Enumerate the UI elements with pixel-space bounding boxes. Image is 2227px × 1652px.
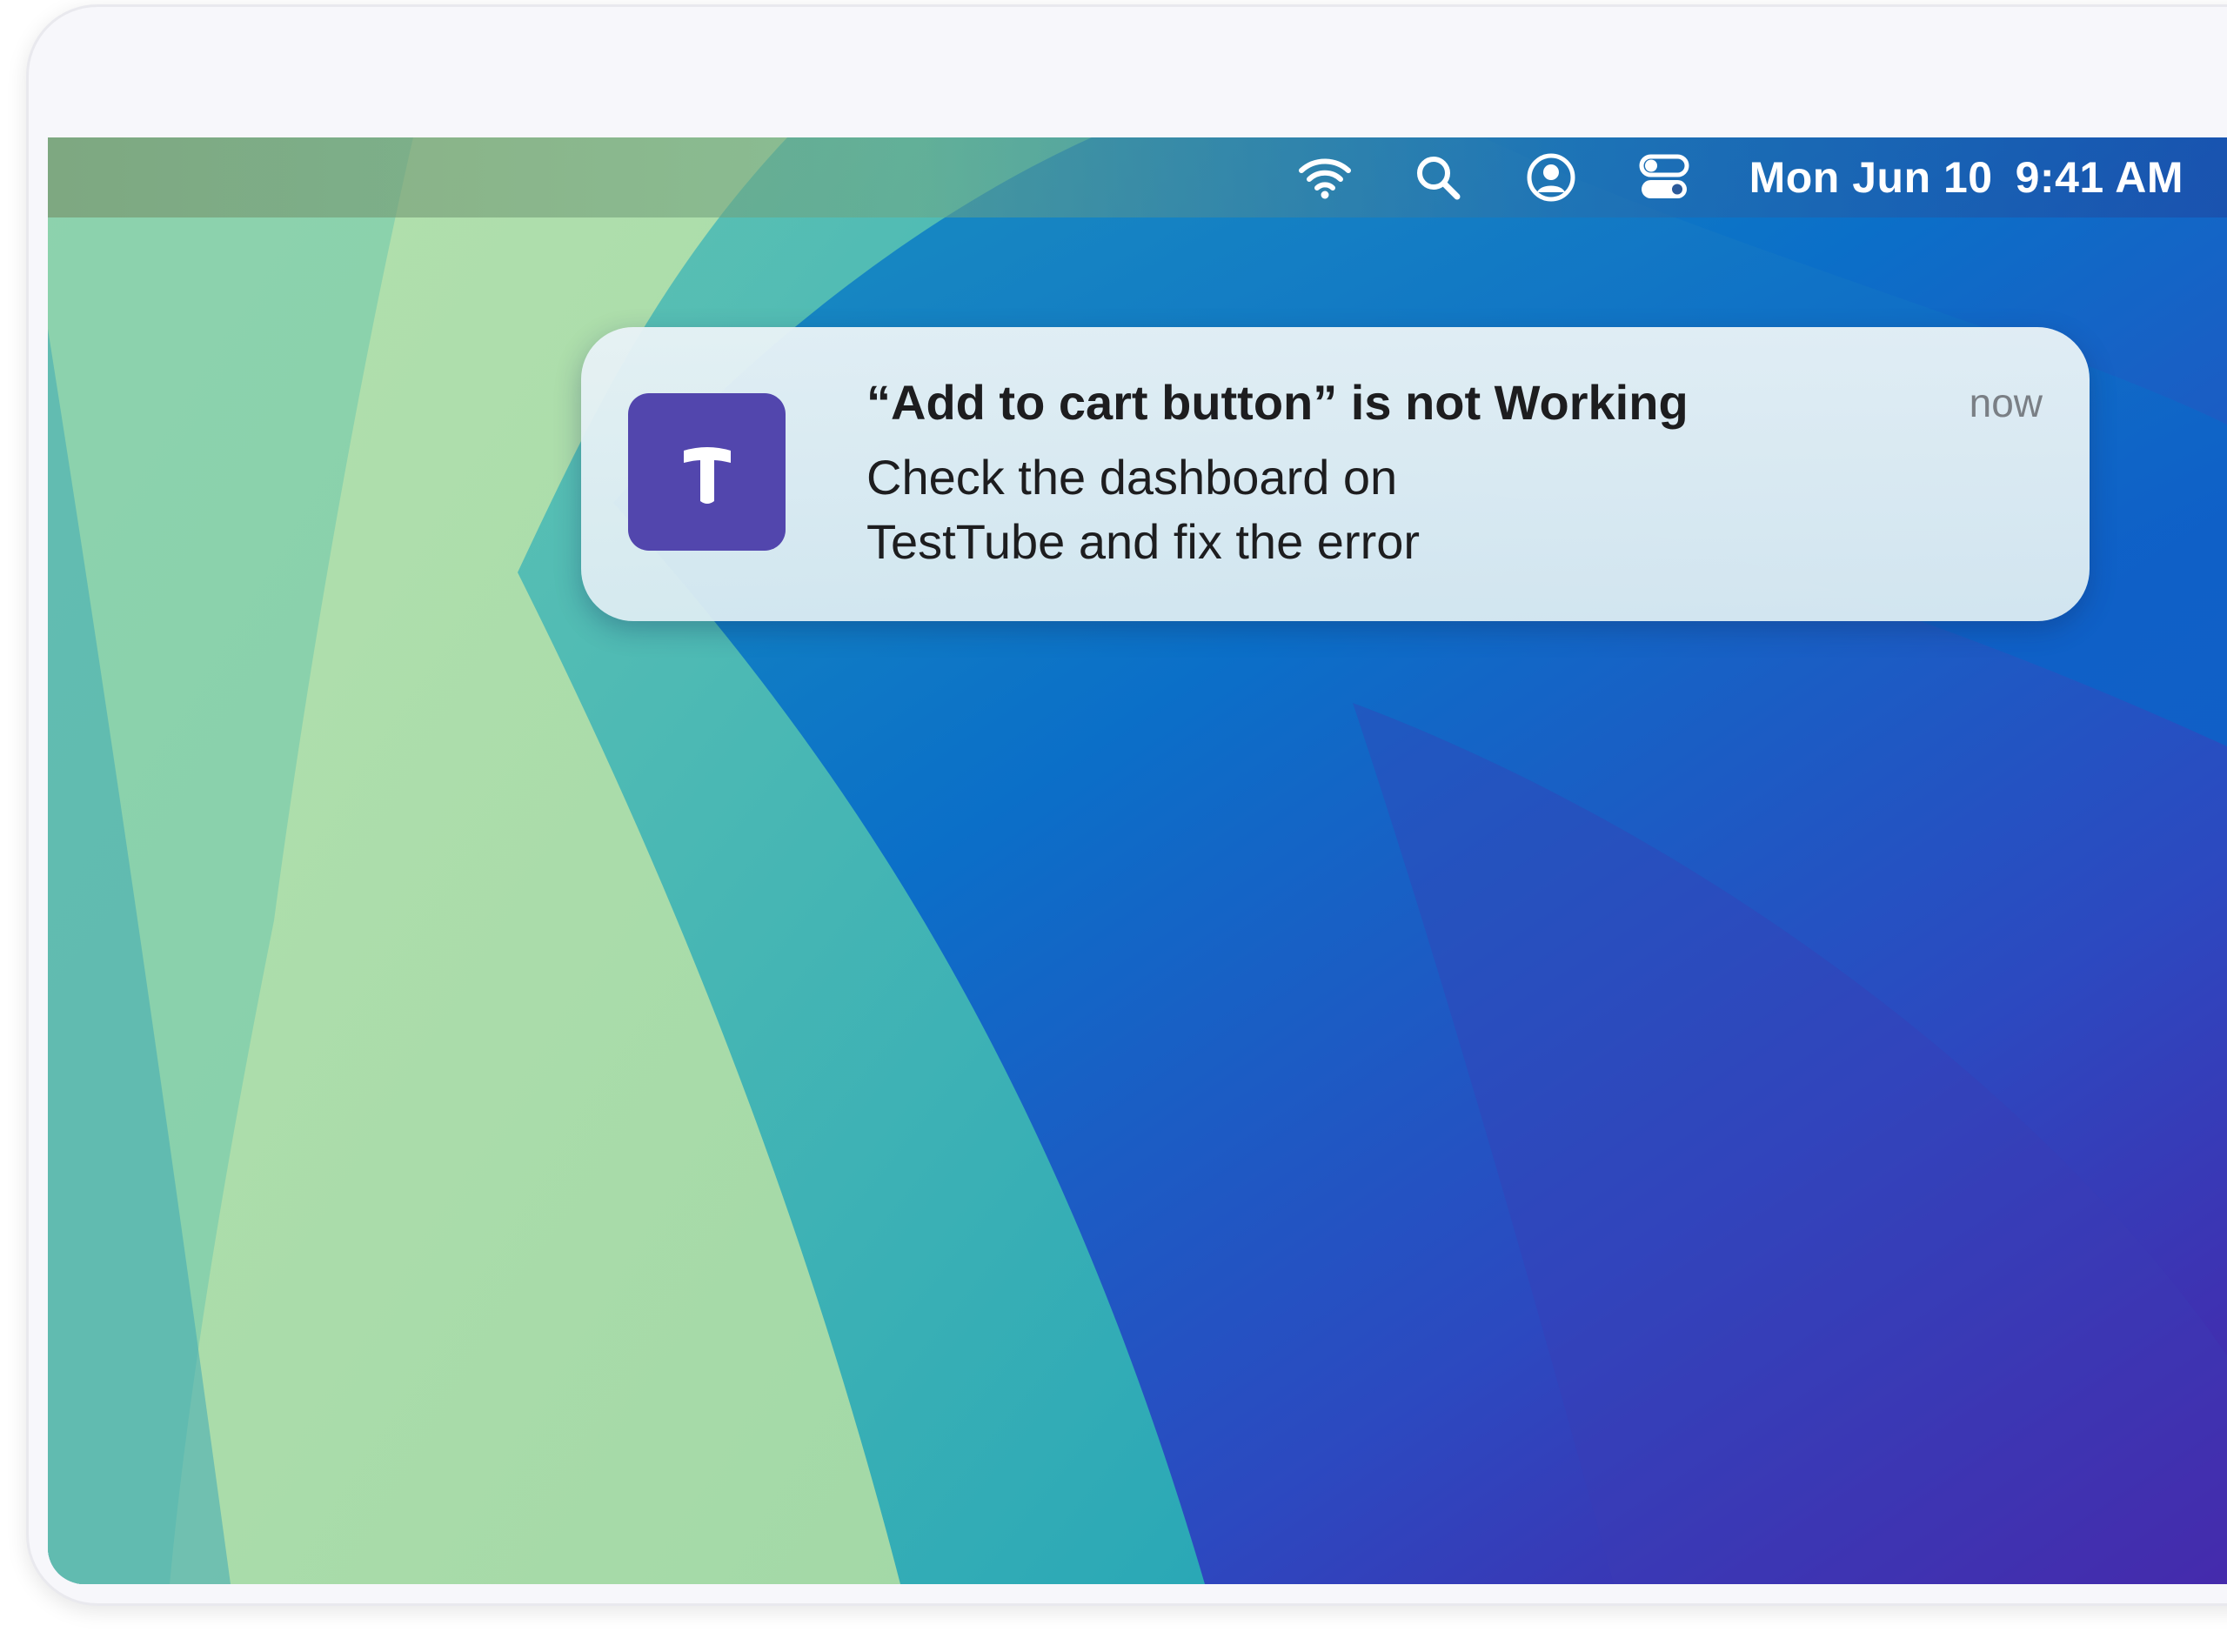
notification-body-line: Check the dashboard on (866, 450, 1398, 505)
testtube-app-icon (628, 393, 786, 551)
notification-title: “Add to cart button” is not Working (866, 375, 1689, 430)
menu-bar-clock[interactable]: Mon Jun 10 9:41 AM (1749, 152, 2184, 203)
notification-body-line: TestTube and fix the error (866, 514, 1421, 569)
wifi-icon[interactable] (1297, 150, 1353, 205)
menu-bar-status-area: Mon Jun 10 9:41 AM (1297, 137, 2227, 217)
desktop-screen: Mon Jun 10 9:41 AM “Add to cart button” i… (48, 137, 2227, 1584)
control-center-icon[interactable] (1636, 150, 1692, 205)
user-account-icon[interactable] (1523, 150, 1579, 205)
search-icon[interactable] (1410, 150, 1466, 205)
menu-bar: Mon Jun 10 9:41 AM (48, 137, 2227, 217)
notification-banner[interactable]: “Add to cart button” is not Working now … (581, 327, 2090, 621)
notification-timestamp: now (1969, 380, 2043, 425)
menu-bar-date: Mon Jun 10 (1749, 153, 1993, 202)
notification-body: Check the dashboard on TestTube and fix … (866, 445, 1420, 574)
menu-bar-time: 9:41 AM (2015, 153, 2184, 202)
